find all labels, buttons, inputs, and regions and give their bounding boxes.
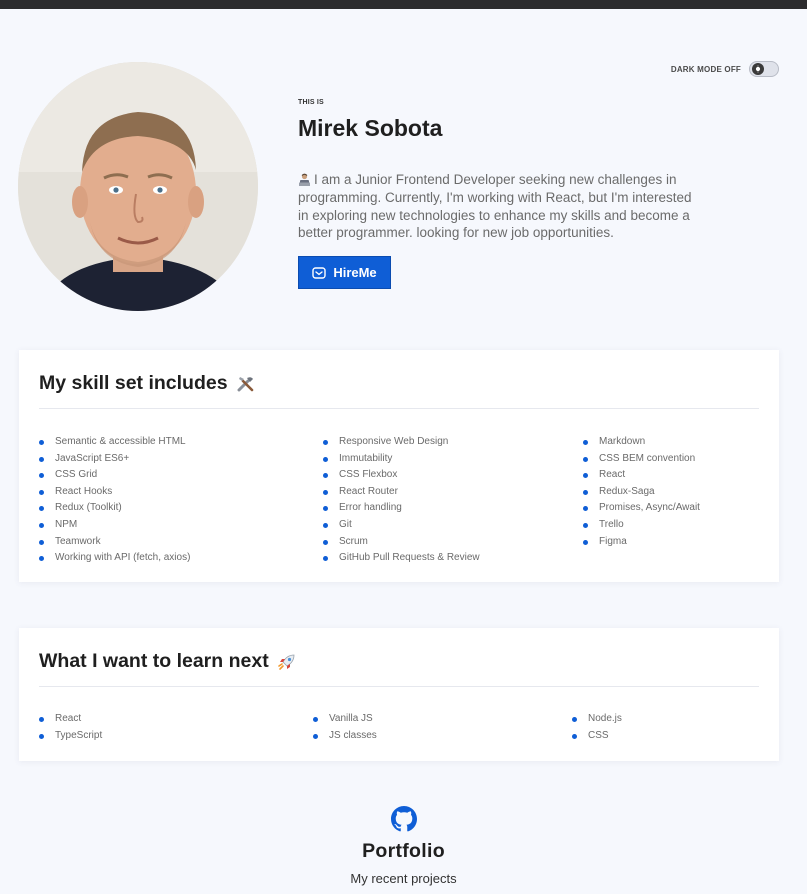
learn-divider [39,686,759,687]
hero-eyebrow: THIS IS [298,99,324,106]
list-item: Working with API (fetch, axios) [39,550,190,567]
hero-bio: I am a Junior Frontend Developer seeking… [298,171,698,242]
portfolio-title: Portfolio [362,840,445,862]
list-item: Promises, Async/Await [583,500,700,517]
list-item: Trello [583,517,700,534]
list-item: Teamwork [39,534,190,551]
list-item: Vanilla JS [313,711,377,728]
portfolio-subtitle: My recent projects [350,871,457,886]
learn-card: What I want to learn next React TypeScrip… [19,628,779,761]
list-item: Markdown [583,434,700,451]
hero-intro: THIS IS Mirek Sobota I am a Junior Front… [298,99,708,242]
list-item: Figma [583,534,700,551]
list-item: Node.js [572,711,622,728]
dark-mode-toggle[interactable] [749,61,779,77]
technologist-icon [298,173,311,186]
list-item: CSS [572,728,622,745]
skills-card: My skill set includes Semantic & accessi… [19,350,779,582]
skills-title: My skill set includes [39,372,256,395]
learn-title: What I want to learn next [39,650,297,673]
portfolio-section: Portfolio My recent projects [0,806,807,886]
dark-mode-switcher[interactable]: DARK MODE OFF [671,61,779,77]
list-item: TypeScript [39,728,102,745]
list-item: CSS Flexbox [323,467,480,484]
list-item: Git [323,517,480,534]
skills-divider [39,408,759,409]
learn-column-3: Node.js CSS [572,711,622,744]
list-item: Redux (Toolkit) [39,500,190,517]
mail-icon [312,266,327,279]
list-item: Immutability [323,451,480,468]
list-item: Redux-Saga [583,484,700,501]
skills-title-text: My skill set includes [39,372,228,394]
list-item: GitHub Pull Requests & Review [323,550,480,567]
list-item: React Router [323,484,480,501]
list-item: Error handling [323,500,480,517]
rocket-icon [277,654,295,670]
top-bar [0,0,807,9]
list-item: React Hooks [39,484,190,501]
list-item: NPM [39,517,190,534]
sun-icon [752,63,764,75]
list-item: JavaScript ES6+ [39,451,190,468]
skills-column-2: Responsive Web Design Immutability CSS Fle… [323,434,480,567]
list-item: React [39,711,102,728]
skills-column-3: Markdown CSS BEM convention React Redux-Sag… [583,434,700,550]
tools-icon [237,376,253,391]
list-item: React [583,467,700,484]
learn-column-1: React TypeScript [39,711,102,744]
github-icon[interactable] [390,806,417,832]
list-item: Semantic & accessible HTML [39,434,190,451]
learn-column-2: Vanilla JS JS classes [313,711,377,744]
hire-me-label: HireMe [333,265,377,280]
learn-title-text: What I want to learn next [39,650,269,672]
skills-column-1: Semantic & accessible HTML JavaScript ES6… [39,434,190,567]
list-item: Scrum [323,534,480,551]
list-item: CSS Grid [39,467,190,484]
hero-bio-text: I am a Junior Frontend Developer seeking… [298,172,692,241]
list-item: JS classes [313,728,377,745]
dark-mode-label: DARK MODE OFF [670,64,741,74]
profile-photo [18,62,258,311]
list-item: CSS BEM convention [583,451,700,468]
list-item: Responsive Web Design [323,434,480,451]
hero-name: Mirek Sobota [298,115,443,141]
hire-me-button[interactable]: HireMe [298,256,391,289]
